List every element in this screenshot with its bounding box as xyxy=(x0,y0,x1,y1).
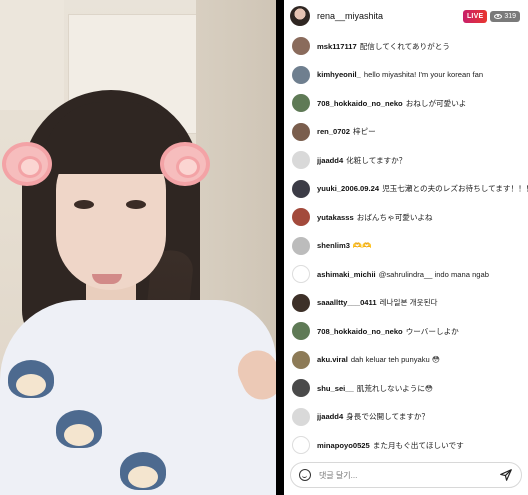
sheep-horn-filter-left xyxy=(2,142,52,186)
comment-text: ウーバーしよか xyxy=(405,326,459,336)
comment-row[interactable]: msk117117 配信してくれてありがとう xyxy=(284,32,528,61)
comment-body: aku.viral dah keluar teh punyaku 😳 xyxy=(317,355,440,364)
comment-body: jjaadd4 化粧してますか？ xyxy=(317,155,406,166)
comment-text: 化粧してますか？ xyxy=(346,155,407,165)
comment-body: ashimaki_michii @sahrulindra__ indo mana … xyxy=(317,270,489,279)
sheep-horn-filter-right xyxy=(160,142,210,186)
commenter-avatar[interactable] xyxy=(292,236,310,255)
comment-row[interactable]: 708_hokkaido_no_neko おねしが可愛いよ xyxy=(284,89,528,118)
commenter-avatar[interactable] xyxy=(292,265,310,284)
commenter-username[interactable]: saaalltty___0411 xyxy=(317,298,377,307)
commenter-avatar[interactable] xyxy=(292,407,310,426)
commenter-avatar[interactable] xyxy=(292,65,310,84)
comment-body: minapoyo0525 また月もぐ出てほしいです xyxy=(317,440,464,451)
commenter-username[interactable]: aku.viral xyxy=(317,355,348,364)
comment-body: shu_sei__ 肌荒れしないように😳 xyxy=(317,383,433,394)
comment-text: dah keluar teh punyaku 😳 xyxy=(350,355,440,365)
commenter-avatar[interactable] xyxy=(292,122,310,141)
commenter-avatar[interactable] xyxy=(292,379,310,398)
comment-row[interactable]: saaalltty___0411 레나일본 개웃된다 xyxy=(284,289,528,318)
commenter-avatar[interactable] xyxy=(292,436,310,455)
stream-header: rena__miyashita LIVE 319 xyxy=(284,0,528,32)
emoji-icon[interactable] xyxy=(299,469,311,481)
commenter-username[interactable]: yutakasss xyxy=(317,213,354,222)
live-badge: LIVE xyxy=(462,9,488,23)
comment-row[interactable]: ashimaki_michii @sahrulindra__ indo mana … xyxy=(284,260,528,289)
commenter-avatar[interactable] xyxy=(292,37,310,56)
commenter-username[interactable]: minapoyo0525 xyxy=(317,441,370,450)
commenter-username[interactable]: yuuki_2006.09.24 xyxy=(317,184,379,193)
commenter-username[interactable]: shu_sei__ xyxy=(317,384,354,393)
comment-body: kimhyeonil_ hello miyashita! I'm your kor… xyxy=(317,70,483,79)
commenter-avatar[interactable] xyxy=(292,208,310,227)
commenter-avatar[interactable] xyxy=(292,179,310,198)
comment-text: 🫶🫶 xyxy=(352,241,372,251)
comment-text: @sahrulindra__ indo mana ngab xyxy=(378,269,489,279)
viewer-count-badge[interactable]: 319 xyxy=(490,10,520,22)
host-handle[interactable]: rena__miyashita xyxy=(317,11,463,21)
comment-body: yutakasss おばんちゃ可愛いよね xyxy=(317,212,433,223)
commenter-username[interactable]: jjaadd4 xyxy=(317,412,343,421)
live-video-feed[interactable] xyxy=(0,0,276,495)
commenter-username[interactable]: msk117117 xyxy=(317,42,357,51)
comment-body: jjaadd4 身長で公開してますか？ xyxy=(317,411,429,422)
commenter-avatar[interactable] xyxy=(292,94,310,113)
comment-row[interactable]: jjaadd4 化粧してますか？ xyxy=(284,146,528,175)
comment-row[interactable]: shu_sei__ 肌荒れしないように😳 xyxy=(284,374,528,403)
pane-divider xyxy=(276,0,284,495)
commenter-username[interactable]: 708_hokkaido_no_neko xyxy=(317,99,403,108)
comment-text: 配信してくれてありがとう xyxy=(359,41,450,51)
comment-row[interactable]: 708_hokkaido_no_neko ウーバーしよか xyxy=(284,317,528,346)
live-chat-panel: rena__miyashita LIVE 319 msk117117 配信してくれ… xyxy=(284,0,528,495)
viewer-count: 319 xyxy=(504,12,516,20)
comment-row[interactable]: jjaadd4 身長で公開してますか？ xyxy=(284,403,528,432)
streamer-eye xyxy=(126,200,146,209)
commenter-username[interactable]: kimhyeonil_ xyxy=(317,70,361,79)
comment-text: おねしが可愛いよ xyxy=(405,98,467,108)
send-icon[interactable] xyxy=(499,468,513,482)
commenter-avatar[interactable] xyxy=(292,293,310,312)
eye-icon xyxy=(494,13,503,19)
comment-row[interactable]: yuuki_2006.09.24 児玉七瀬との夫のレズお待ちしてます！！！ xyxy=(284,175,528,204)
shirt-print xyxy=(8,360,54,398)
comment-input[interactable] xyxy=(319,470,499,480)
comment-row[interactable]: ren_0702 梓ピー xyxy=(284,118,528,147)
comment-body: ren_0702 梓ピー xyxy=(317,126,376,137)
comment-list[interactable]: msk117117 配信してくれてありがとう kimhyeonil_ hello mi… xyxy=(284,32,528,460)
comment-row[interactable]: aku.viral dah keluar teh punyaku 😳 xyxy=(284,346,528,375)
streamer-eye xyxy=(74,200,94,209)
comment-text: 肌荒れしないように😳 xyxy=(356,383,433,393)
comment-body: shenlim3 🫶🫶 xyxy=(317,241,372,250)
shirt-print xyxy=(120,452,166,490)
comment-text: 梓ピー xyxy=(352,127,376,137)
commenter-username[interactable]: jjaadd4 xyxy=(317,156,343,165)
comment-body: msk117117 配信してくれてありがとう xyxy=(317,41,450,52)
comment-row[interactable]: yutakasss おばんちゃ可愛いよね xyxy=(284,203,528,232)
comment-body: saaalltty___0411 레나일본 개웃된다 xyxy=(317,297,438,308)
comment-body: 708_hokkaido_no_neko おねしが可愛いよ xyxy=(317,98,466,109)
commenter-avatar[interactable] xyxy=(292,322,310,341)
comment-text: また月もぐ出てほしいです xyxy=(372,440,464,450)
comment-text: hello miyashita! I'm your korean fan xyxy=(363,70,484,80)
commenter-avatar[interactable] xyxy=(292,151,310,170)
commenter-username[interactable]: ren_0702 xyxy=(317,127,350,136)
background-cabinet xyxy=(0,0,64,110)
comment-text: おばんちゃ可愛いよね xyxy=(356,212,433,222)
commenter-username[interactable]: shenlim3 xyxy=(317,241,350,250)
comment-body: yuuki_2006.09.24 児玉七瀬との夫のレズお待ちしてます！！！ xyxy=(317,183,528,194)
comment-row[interactable]: shenlim3 🫶🫶 xyxy=(284,232,528,261)
shirt-print xyxy=(56,410,102,448)
host-avatar[interactable] xyxy=(290,6,310,26)
comment-row[interactable]: minapoyo0525 また月もぐ出てほしいです xyxy=(284,431,528,460)
comment-text: 児玉七瀬との夫のレズお待ちしてます！！！ xyxy=(382,184,528,194)
commenter-avatar[interactable] xyxy=(292,350,310,369)
comment-text: 身長で公開してますか？ xyxy=(346,412,430,422)
commenter-username[interactable]: ashimaki_michii xyxy=(317,270,376,279)
comment-body: 708_hokkaido_no_neko ウーバーしよか xyxy=(317,326,459,337)
comment-row[interactable]: kimhyeonil_ hello miyashita! I'm your kor… xyxy=(284,61,528,90)
comment-composer[interactable] xyxy=(290,462,522,488)
comment-text: 레나일본 개웃된다 xyxy=(379,298,438,308)
commenter-username[interactable]: 708_hokkaido_no_neko xyxy=(317,327,403,336)
